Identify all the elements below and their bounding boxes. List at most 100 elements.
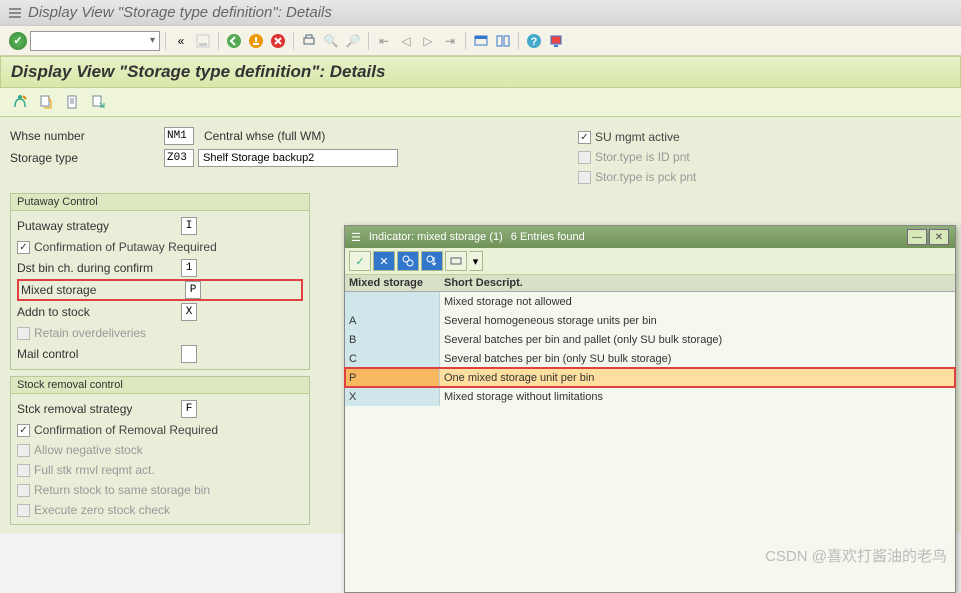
neg-stock-checkbox bbox=[17, 444, 30, 457]
mixed-storage-field[interactable] bbox=[185, 281, 201, 299]
row-desc: Several homogeneous storage units per bi… bbox=[440, 311, 955, 330]
storage-type-desc[interactable] bbox=[198, 149, 398, 167]
menu-icon[interactable] bbox=[8, 6, 22, 20]
row-key: A bbox=[345, 311, 440, 330]
zero-check-checkbox bbox=[17, 504, 30, 517]
id-pnt-checkbox bbox=[578, 151, 591, 164]
cancel-button[interactable] bbox=[268, 31, 288, 51]
putaway-confirm-checkbox[interactable]: ✓ bbox=[17, 241, 30, 254]
whse-number-label: Whse number bbox=[10, 129, 160, 143]
popup-menu-icon[interactable]: ☰ bbox=[351, 231, 361, 244]
main-toolbar: ✓ « 🔍 🔎 ⇤ ◁ ▷ ⇥ ? bbox=[0, 26, 961, 56]
neg-stock-label: Allow negative stock bbox=[34, 443, 143, 457]
prev-page-icon: ◁ bbox=[396, 31, 416, 51]
popup-col2-header[interactable]: Short Descript. bbox=[440, 275, 955, 291]
dst-bin-field[interactable] bbox=[181, 259, 197, 277]
change-display-icon[interactable] bbox=[10, 92, 30, 112]
popup-title: Indicator: mixed storage (1) bbox=[369, 231, 503, 243]
popup-close-icon[interactable]: ✕ bbox=[929, 229, 949, 245]
row-desc: One mixed storage unit per bin bbox=[440, 368, 955, 387]
full-rmvl-label: Full stk rmvl reqmt act. bbox=[34, 463, 155, 477]
row-key: C bbox=[345, 349, 440, 368]
new-session-icon[interactable] bbox=[471, 31, 491, 51]
mixed-storage-label: Mixed storage bbox=[21, 283, 181, 297]
command-field[interactable] bbox=[30, 31, 160, 51]
addn-stock-field[interactable] bbox=[181, 303, 197, 321]
return-bin-checkbox bbox=[17, 484, 30, 497]
popup-minimize-icon[interactable]: — bbox=[907, 229, 927, 245]
whse-number-field[interactable] bbox=[164, 127, 194, 145]
row-desc: Mixed storage without limitations bbox=[440, 387, 955, 406]
table-row[interactable]: POne mixed storage unit per bin bbox=[345, 368, 955, 387]
addn-stock-label: Addn to stock bbox=[17, 305, 177, 319]
popup-accept-icon[interactable]: ✓ bbox=[349, 251, 371, 271]
row-key: B bbox=[345, 330, 440, 349]
back-icon[interactable]: « bbox=[171, 31, 191, 51]
storage-type-field[interactable] bbox=[164, 149, 194, 167]
find-icon: 🔍 bbox=[321, 31, 341, 51]
popup-cancel-icon[interactable]: ✕ bbox=[373, 251, 395, 271]
su-mgmt-label: SU mgmt active bbox=[595, 130, 680, 144]
print-icon[interactable] bbox=[299, 31, 319, 51]
popup-filter-icon[interactable] bbox=[397, 251, 419, 271]
save-icon bbox=[193, 31, 213, 51]
row-desc: Mixed storage not allowed bbox=[440, 292, 955, 311]
mixed-storage-row: Mixed storage bbox=[17, 279, 303, 301]
row-desc: Several batches per bin (only SU bulk st… bbox=[440, 349, 955, 368]
pck-pnt-label: Stor.type is pck pnt bbox=[595, 170, 696, 184]
dst-bin-label: Dst bin ch. during confirm bbox=[17, 261, 177, 275]
table-row[interactable]: Mixed storage not allowed bbox=[345, 292, 955, 311]
find-next-icon: 🔎 bbox=[343, 31, 363, 51]
back-button[interactable] bbox=[224, 31, 244, 51]
local-layout-icon[interactable] bbox=[546, 31, 566, 51]
mail-control-field[interactable] bbox=[181, 345, 197, 363]
row-desc: Several batches per bin and pallet (only… bbox=[440, 330, 955, 349]
table-row[interactable]: XMixed storage without limitations bbox=[345, 387, 955, 406]
pck-pnt-checkbox bbox=[578, 171, 591, 184]
table-row[interactable]: BSeveral batches per bin and pallet (onl… bbox=[345, 330, 955, 349]
next-entry-icon[interactable] bbox=[88, 92, 108, 112]
popup-col1-header[interactable]: Mixed storage bbox=[345, 275, 440, 291]
popup-toolbar: ✓ ✕ ▾ bbox=[345, 248, 955, 275]
sub-toolbar bbox=[0, 88, 961, 117]
storage-type-label: Storage type bbox=[10, 151, 160, 165]
row-key: X bbox=[345, 387, 440, 406]
removal-confirm-checkbox[interactable]: ✓ bbox=[17, 424, 30, 437]
popup-dropdown-icon[interactable]: ▾ bbox=[469, 251, 483, 271]
row-key: P bbox=[345, 368, 440, 387]
svg-text:?: ? bbox=[531, 36, 538, 48]
id-pnt-label: Stor.type is ID pnt bbox=[595, 150, 690, 164]
removal-strategy-label: Stck removal strategy bbox=[17, 402, 177, 416]
su-mgmt-checkbox[interactable]: ✓ bbox=[578, 131, 591, 144]
copy-icon[interactable] bbox=[36, 92, 56, 112]
document-icon[interactable] bbox=[62, 92, 82, 112]
row-key bbox=[345, 292, 440, 311]
popup-sort-icon[interactable] bbox=[421, 251, 443, 271]
right-checks: ✓ SU mgmt active Stor.type is ID pnt Stor… bbox=[578, 125, 696, 187]
putaway-strategy-label: Putaway strategy bbox=[17, 219, 177, 233]
putaway-strategy-field[interactable] bbox=[181, 217, 197, 235]
page-header: Display View "Storage type definition": … bbox=[0, 56, 961, 88]
putaway-panel: Putaway Control Putaway strategy ✓Confir… bbox=[10, 193, 310, 370]
ok-button[interactable]: ✓ bbox=[8, 31, 28, 51]
last-page-icon: ⇥ bbox=[440, 31, 460, 51]
zero-check-label: Execute zero stock check bbox=[34, 503, 170, 517]
layout-icon[interactable] bbox=[493, 31, 513, 51]
table-row[interactable]: ASeveral homogeneous storage units per b… bbox=[345, 311, 955, 330]
removal-strategy-field[interactable] bbox=[181, 400, 197, 418]
removal-confirm-label: Confirmation of Removal Required bbox=[34, 423, 218, 437]
page-title: Display View "Storage type definition": … bbox=[11, 62, 950, 82]
table-row[interactable]: CSeveral batches per bin (only SU bulk s… bbox=[345, 349, 955, 368]
popup-entries: 6 Entries found bbox=[511, 231, 585, 243]
window-titlebar: Display View "Storage type definition": … bbox=[0, 0, 961, 26]
value-help-popup: ☰ Indicator: mixed storage (1) 6 Entries… bbox=[344, 225, 956, 593]
left-fields: Whse number Central whse (full WM) Stora… bbox=[10, 125, 398, 187]
retain-label: Retain overdeliveries bbox=[34, 326, 146, 340]
popup-print-icon[interactable] bbox=[445, 251, 467, 271]
whse-number-desc: Central whse (full WM) bbox=[204, 129, 325, 143]
exit-button[interactable] bbox=[246, 31, 266, 51]
removal-title: Stock removal control bbox=[11, 377, 309, 394]
help-icon[interactable]: ? bbox=[524, 31, 544, 51]
watermark: CSDN @喜欢打酱油的老鸟 bbox=[765, 545, 947, 566]
putaway-confirm-label: Confirmation of Putaway Required bbox=[34, 240, 217, 254]
